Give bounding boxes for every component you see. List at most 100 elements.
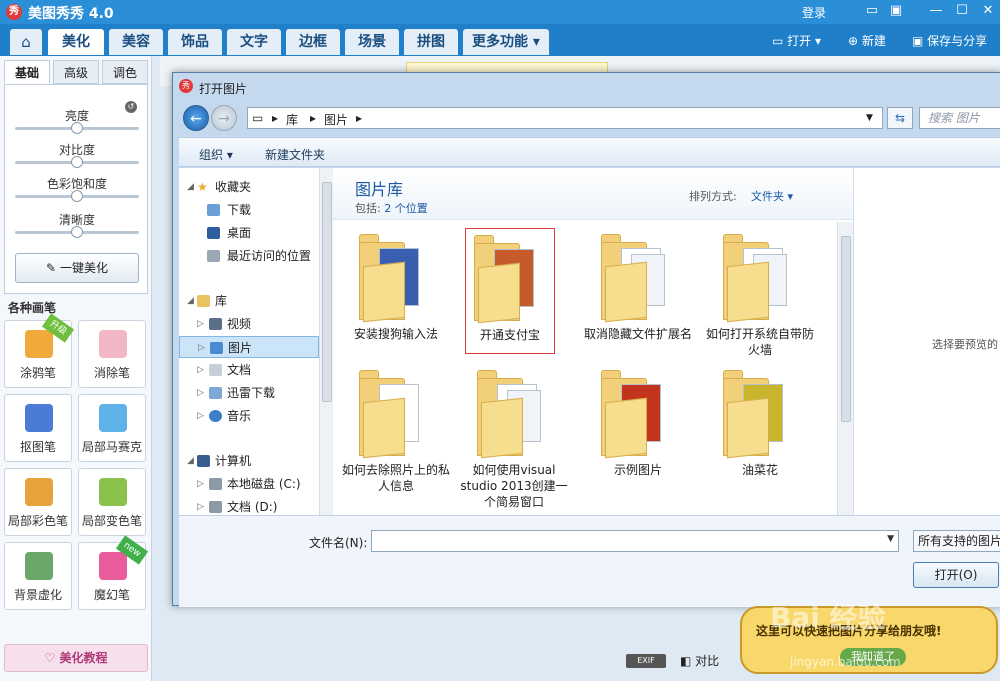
tool-label: 涂鸦笔 (19, 366, 56, 380)
tab-collage[interactable]: 拼图 (404, 29, 458, 55)
tab-beauty[interactable]: 美容 (109, 29, 163, 55)
refresh-icon[interactable]: ⇆ (887, 107, 913, 129)
expand-arrow-icon[interactable]: ▷ (197, 405, 204, 427)
expand-arrow-icon[interactable]: ▷ (197, 382, 204, 404)
folder-item[interactable]: 如何打开系统自带防火墙 (705, 228, 815, 357)
compare-icon: ◧ (680, 654, 692, 668)
nav-videos[interactable]: ▷ 视频 (179, 313, 319, 335)
save-share-button[interactable]: ▣ 保存与分享 (912, 32, 987, 49)
breadcrumb-separator: ▸ (356, 111, 363, 125)
nav-desktop[interactable]: 桌面 (179, 222, 319, 244)
nav-pictures[interactable]: ▷ 图片 (179, 336, 319, 358)
forward-arrow-icon[interactable]: → (211, 105, 237, 131)
breadcrumb-library[interactable]: 库 (286, 111, 298, 128)
tool-magic-pen[interactable]: new 魔幻笔 (78, 535, 149, 610)
tool-doodle-pen[interactable]: 升级 涂鸦笔 (4, 313, 75, 388)
includes-locations-link[interactable]: 2 个位置 (384, 202, 428, 215)
compare-button[interactable]: ◧ 对比 (680, 652, 719, 669)
folder-item[interactable]: 油菜花 (705, 364, 815, 488)
file-list-scrollbar[interactable] (837, 222, 853, 515)
home-icon[interactable]: ⌂ (10, 29, 42, 55)
nav-libraries[interactable]: ◢ 库 (179, 290, 319, 312)
file-type-select[interactable]: 所有支持的图片格 (913, 530, 1000, 552)
tab-scene[interactable]: 场景 (345, 29, 399, 55)
nav-downloads[interactable]: 下载 (179, 199, 319, 221)
paint-brush-icon (25, 478, 53, 506)
tab-more-features[interactable]: 更多功能 ▾ (463, 29, 549, 55)
brush-icon (25, 330, 53, 358)
subtab-basic[interactable]: 基础 (4, 60, 50, 84)
breadcrumb-pictures[interactable]: 图片 (324, 111, 348, 128)
sort-dropdown[interactable]: 文件夹 ▾ (751, 188, 793, 204)
address-bar[interactable]: ▭ ▸ 库 ▸ 图片 ▸ ▼ (247, 107, 883, 129)
maximize-icon[interactable]: ☐ (954, 3, 970, 19)
open-confirm-button[interactable]: 打开(O) (913, 562, 999, 588)
nav-music[interactable]: ▷ 音乐 (179, 405, 319, 427)
folder-icon (723, 234, 791, 323)
nav-recent-places[interactable]: 最近访问的位置 (179, 245, 335, 267)
expand-arrow-icon[interactable]: ▷ (197, 359, 204, 381)
chevron-down-icon[interactable]: ▼ (887, 534, 894, 544)
subtab-advanced[interactable]: 高级 (53, 60, 99, 84)
tool-eraser-pen[interactable]: 消除笔 (78, 320, 146, 388)
file-list-scroll-thumb[interactable] (841, 236, 851, 422)
nav-favorites[interactable]: ◢ ★ 收藏夹 (179, 176, 319, 198)
expand-arrow-icon[interactable]: ▷ (198, 337, 205, 359)
slider-knob-brightness[interactable] (71, 122, 83, 134)
tab-accessories[interactable]: 饰品 (168, 29, 222, 55)
search-input[interactable]: 搜索 图片 (919, 107, 1000, 129)
folder-name: 取消隐藏文件扩展名 (583, 327, 692, 341)
tab-beautify[interactable]: 美化 (48, 29, 104, 55)
close-icon[interactable]: ✕ (980, 3, 996, 19)
expand-arrow-icon[interactable]: ◢ (187, 290, 194, 312)
new-folder-button[interactable]: 新建文件夹 (265, 146, 325, 163)
expand-arrow-icon[interactable]: ▷ (197, 313, 204, 335)
nav-scroll-thumb[interactable] (322, 182, 332, 402)
new-button[interactable]: ⊕ 新建 (848, 32, 886, 49)
expand-arrow-icon[interactable]: ◢ (187, 176, 194, 198)
exif-button[interactable]: EXIF (626, 654, 666, 668)
expand-arrow-icon[interactable]: ◢ (187, 450, 194, 472)
beautify-tutorial-button[interactable]: ♡ 美化教程 (4, 644, 148, 672)
folder-item[interactable]: 如何使用visual studio 2013创建一个简易窗口 (459, 364, 569, 509)
slider-knob-saturation[interactable] (71, 190, 83, 202)
open-button[interactable]: ▭ 打开 ▾ (772, 32, 821, 49)
back-arrow-icon[interactable]: ← (183, 105, 209, 131)
app-title: 美图秀秀 4.0 (28, 6, 114, 22)
folder-item[interactable]: 示例图片 (583, 364, 693, 488)
skin-icon[interactable]: ▣ (888, 3, 904, 19)
tool-local-mosaic[interactable]: 局部马赛克 (78, 394, 146, 462)
preview-placeholder: 选择要预览的 (932, 338, 998, 351)
login-link[interactable]: 登录 (802, 4, 826, 21)
nav-thunder-downloads[interactable]: ▷ 迅雷下载 (179, 382, 319, 404)
nav-computer[interactable]: ◢ 计算机 (179, 450, 319, 472)
chat-icon[interactable]: ▭ (864, 3, 880, 19)
nav-local-disk-c[interactable]: ▷ 本地磁盘 (C:) (179, 473, 319, 495)
folder-item[interactable]: 安装搜狗输入法 (341, 228, 451, 352)
one-click-beautify-button[interactable]: ✎ 一键美化 (15, 253, 139, 283)
nav-label: 库 (215, 294, 228, 308)
address-dropdown-icon[interactable]: ▼ (866, 113, 873, 123)
tab-border[interactable]: 边框 (286, 29, 340, 55)
tool-local-recolor-pen[interactable]: 局部变色笔 (78, 468, 146, 536)
tool-cutout-pen[interactable]: 抠图笔 (4, 394, 72, 462)
minimize-icon[interactable]: — (928, 3, 944, 19)
expand-arrow-icon[interactable]: ▷ (197, 473, 204, 495)
main-tab-bar: ⌂ 美化 美容 饰品 文字 边框 场景 拼图 更多功能 ▾ ▭ 打开 ▾ ⊕ 新… (0, 24, 1000, 56)
nav-documents[interactable]: ▷ 文档 (179, 359, 319, 381)
slider-knob-contrast[interactable] (71, 156, 83, 168)
nav-label: 本地磁盘 (C:) (227, 477, 301, 491)
tab-text[interactable]: 文字 (227, 29, 281, 55)
folder-item[interactable]: 取消隐藏文件扩展名 (583, 228, 693, 352)
nav-label: 图片 (228, 341, 253, 355)
nav-scrollbar[interactable] (319, 168, 333, 515)
subtab-color[interactable]: 调色 (102, 60, 148, 84)
tool-background-blur[interactable]: 背景虚化 (4, 542, 72, 610)
folder-item-selected[interactable]: 开通支付宝 (465, 228, 555, 354)
slider-knob-sharpness[interactable] (71, 226, 83, 238)
tool-local-color-pen[interactable]: 局部彩色笔 (4, 468, 72, 536)
open-label: 打开 (787, 34, 812, 48)
folder-item[interactable]: 如何去除照片上的私人信息 (341, 364, 451, 493)
organize-button[interactable]: 组织 ▾ (199, 146, 233, 163)
filename-input[interactable]: ▼ (371, 530, 899, 552)
